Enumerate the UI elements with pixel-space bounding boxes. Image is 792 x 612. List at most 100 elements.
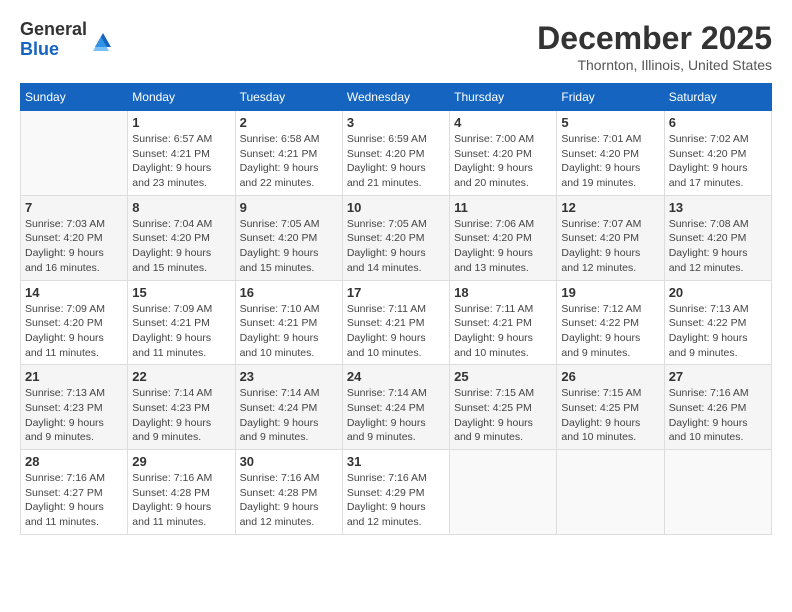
calendar-cell: 5 Sunrise: 7:01 AMSunset: 4:20 PMDaylight… [557, 111, 664, 196]
day-info: Sunrise: 7:15 AMSunset: 4:25 PMDaylight:… [561, 386, 659, 445]
calendar-cell: 22Sunrise: 7:14 AMSunset: 4:23 PMDayligh… [128, 365, 235, 450]
day-info: Sunrise: 7:11 AMSunset: 4:21 PMDaylight:… [454, 302, 552, 361]
day-info: Sunrise: 7:14 AMSunset: 4:24 PMDaylight:… [347, 386, 445, 445]
calendar-week-row: 1Sunrise: 6:57 AMSunset: 4:21 PMDaylight… [21, 111, 772, 196]
calendar-cell: 14 Sunrise: 7:09 AMSunset: 4:20 PMDayligh… [21, 280, 128, 365]
day-info: Sunrise: 7:00 AMSunset: 4:20 PMDaylight:… [454, 132, 552, 191]
day-number: 18 [454, 285, 552, 300]
day-number: 19 [561, 285, 659, 300]
day-number: 29 [132, 454, 230, 469]
day-number: 15 [132, 285, 230, 300]
day-number: 11 [454, 200, 552, 215]
weekday-header-wednesday: Wednesday [342, 84, 449, 111]
day-info: Sunrise: 7:13 AMSunset: 4:22 PMDaylight:… [669, 302, 767, 361]
day-info: Sunrise: 7:09 AMSunset: 4:20 PMDaylight:… [25, 302, 123, 361]
calendar-cell: 30 Sunrise: 7:16 AMSunset: 4:28 PMDayligh… [235, 450, 342, 535]
day-number: 30 [240, 454, 338, 469]
day-info: Sunrise: 7:02 AMSunset: 4:20 PMDaylight:… [669, 132, 767, 191]
calendar-cell: 20 Sunrise: 7:13 AMSunset: 4:22 PMDayligh… [664, 280, 771, 365]
day-number: 5 [561, 115, 659, 130]
calendar-cell: 17 Sunrise: 7:11 AMSunset: 4:21 PMDayligh… [342, 280, 449, 365]
calendar-cell: 16 Sunrise: 7:10 AMSunset: 4:21 PMDayligh… [235, 280, 342, 365]
weekday-header-saturday: Saturday [664, 84, 771, 111]
day-number: 2 [240, 115, 338, 130]
calendar-cell [21, 111, 128, 196]
calendar-cell: 2 Sunrise: 6:58 AMSunset: 4:21 PMDaylight… [235, 111, 342, 196]
calendar-cell: 25Sunrise: 7:15 AMSunset: 4:25 PMDayligh… [450, 365, 557, 450]
calendar-cell: 6 Sunrise: 7:02 AMSunset: 4:20 PMDaylight… [664, 111, 771, 196]
calendar-cell: 21 Sunrise: 7:13 AMSunset: 4:23 PMDayligh… [21, 365, 128, 450]
day-number: 24 [347, 369, 445, 384]
day-info: Sunrise: 6:58 AMSunset: 4:21 PMDaylight:… [240, 132, 338, 191]
weekday-header-thursday: Thursday [450, 84, 557, 111]
day-info: Sunrise: 6:59 AMSunset: 4:20 PMDaylight:… [347, 132, 445, 191]
day-info: Sunrise: 7:06 AMSunset: 4:20 PMDaylight:… [454, 217, 552, 276]
weekday-header-row: SundayMondayTuesdayWednesdayThursdayFrid… [21, 84, 772, 111]
day-number: 20 [669, 285, 767, 300]
calendar-cell: 31 Sunrise: 7:16 AMSunset: 4:29 PMDayligh… [342, 450, 449, 535]
calendar-cell: 8 Sunrise: 7:04 AMSunset: 4:20 PMDaylight… [128, 195, 235, 280]
calendar-cell: 4 Sunrise: 7:00 AMSunset: 4:20 PMDaylight… [450, 111, 557, 196]
calendar-cell: 1Sunrise: 6:57 AMSunset: 4:21 PMDaylight… [128, 111, 235, 196]
calendar-cell: 9 Sunrise: 7:05 AMSunset: 4:20 PMDaylight… [235, 195, 342, 280]
calendar-cell [450, 450, 557, 535]
calendar-cell: 23 Sunrise: 7:14 AMSunset: 4:24 PMDayligh… [235, 365, 342, 450]
day-info: Sunrise: 7:14 AMSunset: 4:23 PMDaylight:… [132, 386, 230, 445]
day-info: Sunrise: 7:16 AMSunset: 4:29 PMDaylight:… [347, 471, 445, 530]
day-number: 16 [240, 285, 338, 300]
weekday-header-friday: Friday [557, 84, 664, 111]
weekday-header-tuesday: Tuesday [235, 84, 342, 111]
day-number: 9 [240, 200, 338, 215]
logo-blue: Blue [20, 40, 87, 60]
day-info: Sunrise: 7:13 AMSunset: 4:23 PMDaylight:… [25, 386, 123, 445]
page-header: General Blue December 2025 Thornton, Ill… [20, 20, 772, 73]
day-number: 6 [669, 115, 767, 130]
day-info: Sunrise: 7:08 AMSunset: 4:20 PMDaylight:… [669, 217, 767, 276]
day-number: 12 [561, 200, 659, 215]
calendar-cell: 27 Sunrise: 7:16 AMSunset: 4:26 PMDayligh… [664, 365, 771, 450]
day-info: Sunrise: 7:04 AMSunset: 4:20 PMDaylight:… [132, 217, 230, 276]
calendar-week-row: 21 Sunrise: 7:13 AMSunset: 4:23 PMDayligh… [21, 365, 772, 450]
title-block: December 2025 Thornton, Illinois, United… [537, 20, 772, 73]
day-number: 31 [347, 454, 445, 469]
day-number: 26 [561, 369, 659, 384]
calendar-cell: 28Sunrise: 7:16 AMSunset: 4:27 PMDayligh… [21, 450, 128, 535]
day-number: 17 [347, 285, 445, 300]
day-number: 7 [25, 200, 123, 215]
calendar-cell: 18 Sunrise: 7:11 AMSunset: 4:21 PMDayligh… [450, 280, 557, 365]
day-number: 27 [669, 369, 767, 384]
calendar-week-row: 28Sunrise: 7:16 AMSunset: 4:27 PMDayligh… [21, 450, 772, 535]
day-info: Sunrise: 7:01 AMSunset: 4:20 PMDaylight:… [561, 132, 659, 191]
weekday-header-monday: Monday [128, 84, 235, 111]
day-info: Sunrise: 7:09 AMSunset: 4:21 PMDaylight:… [132, 302, 230, 361]
calendar-cell: 24 Sunrise: 7:14 AMSunset: 4:24 PMDayligh… [342, 365, 449, 450]
calendar-cell: 29 Sunrise: 7:16 AMSunset: 4:28 PMDayligh… [128, 450, 235, 535]
calendar-cell: 7Sunrise: 7:03 AMSunset: 4:20 PMDaylight… [21, 195, 128, 280]
day-info: Sunrise: 7:16 AMSunset: 4:28 PMDaylight:… [132, 471, 230, 530]
day-info: Sunrise: 7:16 AMSunset: 4:26 PMDaylight:… [669, 386, 767, 445]
logo-icon [91, 29, 115, 53]
day-info: Sunrise: 7:05 AMSunset: 4:20 PMDaylight:… [240, 217, 338, 276]
calendar-cell: 13 Sunrise: 7:08 AMSunset: 4:20 PMDayligh… [664, 195, 771, 280]
day-info: Sunrise: 7:15 AMSunset: 4:25 PMDaylight:… [454, 386, 552, 445]
day-number: 4 [454, 115, 552, 130]
calendar-cell [557, 450, 664, 535]
logo: General Blue [20, 20, 115, 60]
day-info: Sunrise: 7:11 AMSunset: 4:21 PMDaylight:… [347, 302, 445, 361]
day-info: Sunrise: 7:07 AMSunset: 4:20 PMDaylight:… [561, 217, 659, 276]
day-number: 13 [669, 200, 767, 215]
calendar-table: SundayMondayTuesdayWednesdayThursdayFrid… [20, 83, 772, 535]
day-number: 23 [240, 369, 338, 384]
day-number: 28 [25, 454, 123, 469]
calendar-cell: 15 Sunrise: 7:09 AMSunset: 4:21 PMDayligh… [128, 280, 235, 365]
day-info: Sunrise: 7:16 AMSunset: 4:28 PMDaylight:… [240, 471, 338, 530]
day-number: 8 [132, 200, 230, 215]
day-number: 14 [25, 285, 123, 300]
calendar-week-row: 7Sunrise: 7:03 AMSunset: 4:20 PMDaylight… [21, 195, 772, 280]
day-info: Sunrise: 7:10 AMSunset: 4:21 PMDaylight:… [240, 302, 338, 361]
calendar-cell: 12 Sunrise: 7:07 AMSunset: 4:20 PMDayligh… [557, 195, 664, 280]
day-number: 21 [25, 369, 123, 384]
day-number: 3 [347, 115, 445, 130]
day-info: Sunrise: 7:14 AMSunset: 4:24 PMDaylight:… [240, 386, 338, 445]
day-info: Sunrise: 6:57 AMSunset: 4:21 PMDaylight:… [132, 132, 230, 191]
